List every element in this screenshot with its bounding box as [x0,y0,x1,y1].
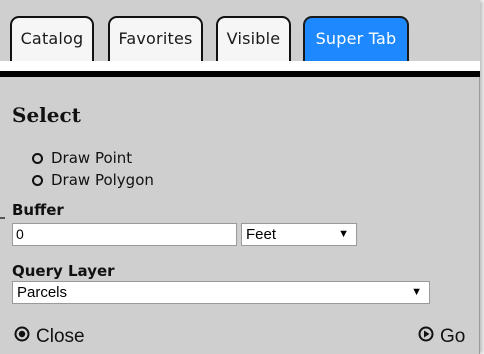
go-button[interactable]: Go [418,325,465,349]
tab-favorites[interactable]: Favorites [108,16,203,61]
tab-catalog[interactable]: Catalog [10,16,94,61]
query-layer-label: Query Layer [12,262,115,280]
triangle-down-icon: ▼ [338,228,349,240]
tab-visible[interactable]: Visible [216,16,291,61]
tab-super-tab[interactable]: Super Tab [303,16,409,61]
tab-underline [0,61,480,71]
draw-point-radio[interactable]: Draw Point [32,147,132,169]
buffer-label: Buffer [12,201,64,219]
tab-separator [0,71,480,77]
close-label: Close [36,326,85,347]
draw-polygon-label: Draw Polygon [51,171,154,189]
select-heading: Select [12,103,81,127]
close-circle-icon [14,326,30,348]
draw-polygon-radio[interactable]: Draw Polygon [32,169,154,191]
close-button[interactable]: Close [14,325,85,349]
triangle-down-icon: ▼ [411,286,422,298]
go-label: Go [440,326,466,347]
draw-point-label: Draw Point [51,149,133,167]
query-layer-value: Parcels [17,284,68,301]
edge-tick [0,217,5,219]
query-layer-select[interactable]: Parcels ▼ [12,281,430,304]
buffer-unit-select[interactable]: Feet ▼ [241,223,357,246]
buffer-unit-value: Feet [246,226,277,243]
radio-circle-icon [32,174,43,186]
buffer-input[interactable]: 0 [12,223,237,246]
radio-circle-icon [32,152,43,164]
tool-panel: Catalog Favorites Visible Super Tab Sele… [0,0,480,354]
play-circle-icon [418,326,434,348]
